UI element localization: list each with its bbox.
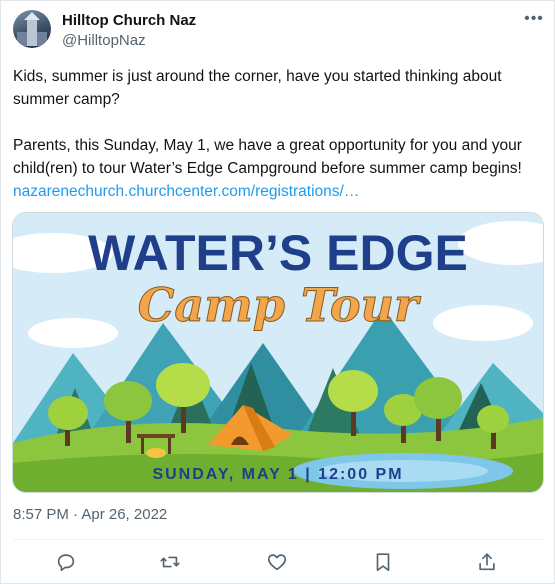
reply-icon[interactable] <box>55 551 77 573</box>
more-horizontal-icon[interactable]: ••• <box>522 10 546 30</box>
share-icon[interactable] <box>476 551 498 573</box>
tweet-timestamp[interactable]: 8:57 PM · Apr 26, 2022 <box>13 506 167 523</box>
tweet-media-image[interactable]: WATER’S EDGE Camp Tour SUNDAY, MAY 1 | 1… <box>12 212 544 493</box>
author-display-name[interactable]: Hilltop Church Naz <box>62 12 196 29</box>
bookmark-icon[interactable] <box>372 551 394 573</box>
registration-link[interactable]: nazarenechurch.churchcenter.com/registra… <box>13 183 359 200</box>
media-script-title: Camp Tour <box>138 278 422 332</box>
heart-icon[interactable] <box>266 551 288 573</box>
media-title: WATER’S EDGE <box>88 225 468 281</box>
tweet-card: Hilltop Church Naz @HilltopNaz ••• Kids,… <box>0 0 555 584</box>
tweet-paragraph-1: Kids, summer is just around the corner, … <box>13 68 502 108</box>
avatar[interactable] <box>13 10 51 48</box>
media-date-line: SUNDAY, MAY 1 | 12:00 PM <box>152 466 403 483</box>
tweet-paragraph-2: Parents, this Sunday, May 1, we have a g… <box>13 134 543 203</box>
retweet-icon[interactable] <box>159 551 181 573</box>
author-handle[interactable]: @HilltopNaz <box>62 32 146 49</box>
tweet-paragraph-2-text: Parents, this Sunday, May 1, we have a g… <box>13 137 522 177</box>
tweet-text: Kids, summer is just around the corner, … <box>13 65 543 203</box>
divider <box>13 539 543 540</box>
